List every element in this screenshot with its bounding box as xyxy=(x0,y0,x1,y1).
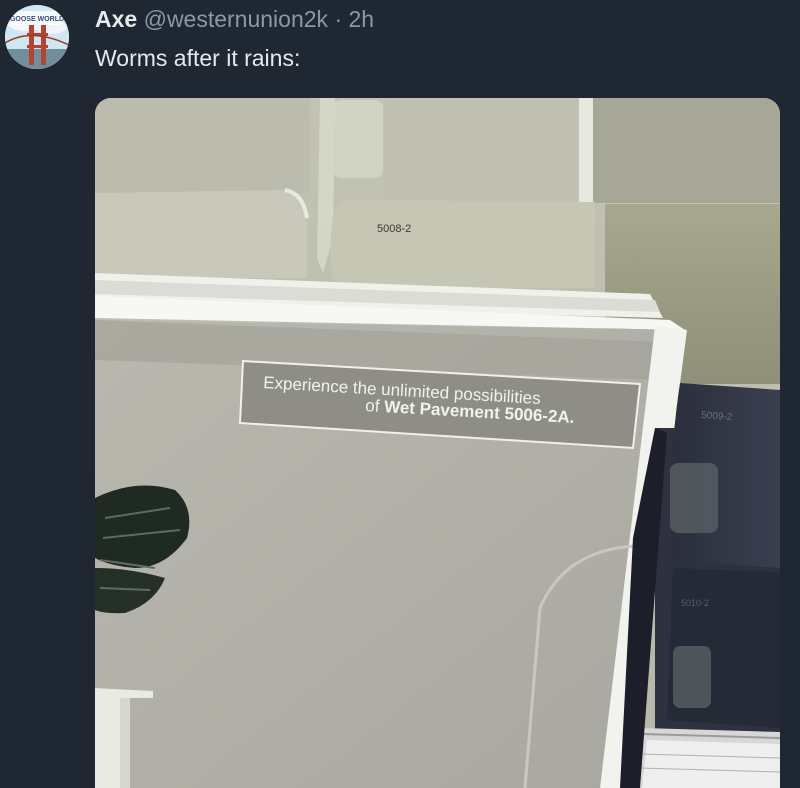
tweet-timestamp[interactable]: 2h xyxy=(349,6,375,32)
top-chip-right xyxy=(593,98,780,203)
tweet-header: Axe @westernunion2k · 2h xyxy=(95,3,374,35)
chip-left xyxy=(95,190,307,278)
chip-code-right: 5009-2 xyxy=(701,410,733,423)
tweet-text: Worms after it rains: xyxy=(95,45,301,71)
author-name[interactable]: Axe xyxy=(95,6,137,32)
avatar-badge: GOOSE WORLD xyxy=(10,16,64,23)
paint-swatch-photo: 5008-2 Experience the unlimited possibil… xyxy=(95,98,780,788)
top-chip-left xyxy=(95,98,310,193)
separator-dot: · xyxy=(334,6,343,32)
author-handle[interactable]: @westernunion2k xyxy=(144,6,328,32)
tweet-media[interactable]: 5008-2 Experience the unlimited possibil… xyxy=(95,98,780,788)
avatar-image: GOOSE WORLD xyxy=(5,5,69,69)
top-chip-middle xyxy=(385,98,580,198)
chip-5008-2 xyxy=(330,200,595,288)
card-tagline-prefix: of xyxy=(365,396,385,416)
chip-code-lower: 5010-2 xyxy=(681,598,709,608)
avatar[interactable]: GOOSE WORLD xyxy=(5,5,69,69)
chip-code-top: 5008-2 xyxy=(377,223,411,235)
